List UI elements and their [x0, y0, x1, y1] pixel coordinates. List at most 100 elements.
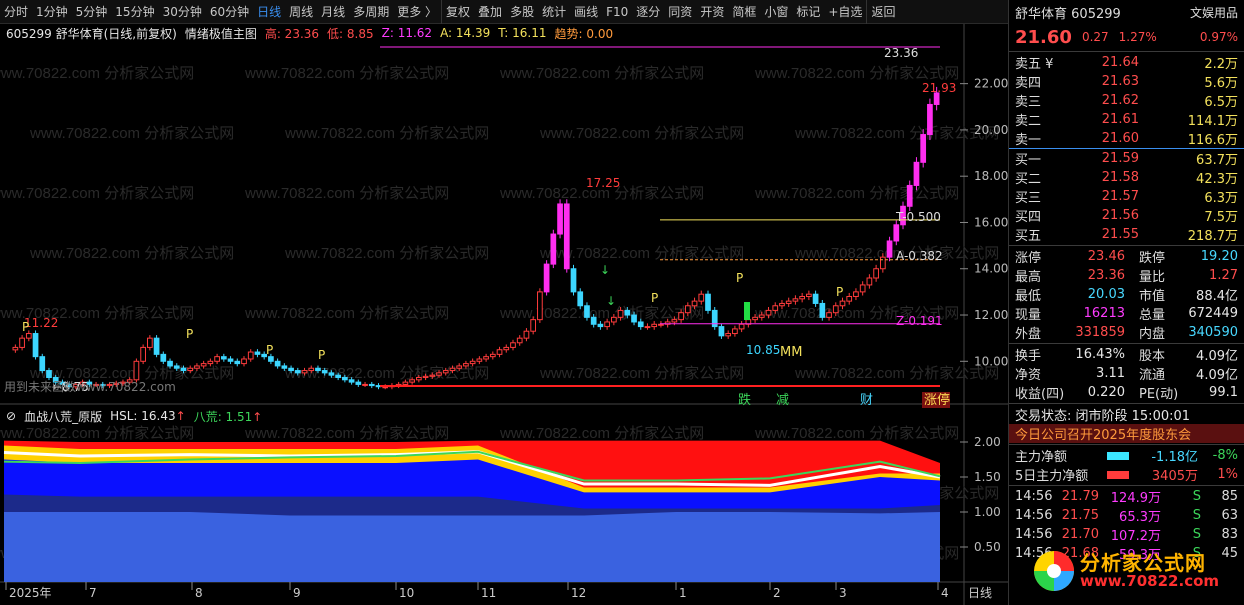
- toolbar-item-9[interactable]: 多周期: [349, 0, 393, 24]
- bids-row[interactable]: 买五 21.55 218.7万: [1009, 225, 1244, 244]
- bids-row[interactable]: 买二 21.58 42.3万: [1009, 168, 1244, 187]
- candle-body: [765, 309, 772, 316]
- candle-body: [12, 346, 19, 351]
- candle-body: [927, 103, 933, 136]
- chart-area: www.70822.com 分析家公式网 www.70822.com 分析家公式网…: [0, 24, 1008, 605]
- toolbar-item-19[interactable]: 开资: [696, 0, 728, 24]
- asks-row[interactable]: 卖三 21.62 6.5万: [1009, 91, 1244, 110]
- stat-row: 净资 3.11 流通 4.09亿: [1015, 366, 1238, 383]
- toolbar-item-2[interactable]: 5分钟: [72, 0, 112, 24]
- tick-row: 14:56 21.79 124.9万 S 85: [1015, 489, 1238, 506]
- mid-low-label: 10.85: [746, 343, 780, 357]
- candle-body: [624, 309, 631, 316]
- watermark-text: www.70822.com 分析家公式网: [0, 425, 194, 442]
- watermark-text: www.70822.com 分析家公式网: [244, 305, 449, 322]
- toolbar-item-16[interactable]: F10: [602, 0, 632, 24]
- quote-panel: 舒华体育 605299 文娱用品 21.60 0.27 1.27% 0.97% …: [1008, 0, 1244, 605]
- toolbar-item-1[interactable]: 1分钟: [32, 0, 72, 24]
- asks-row[interactable]: 卖五 ¥21.64 2.2万: [1009, 53, 1244, 72]
- indicator-name[interactable]: 情绪极值主图: [185, 25, 257, 42]
- stat-row: 换手 16.43% 股本 4.09亿: [1015, 347, 1238, 364]
- candle-body: [651, 323, 658, 328]
- kline-chart[interactable]: www.70822.com 分析家公式网 www.70822.com 分析家公式网…: [0, 24, 1008, 605]
- stock-code: 605299: [1071, 6, 1121, 22]
- candle-body: [644, 326, 651, 329]
- candle-body: [604, 321, 610, 328]
- industry-tag[interactable]: 文娱用品: [1190, 4, 1238, 21]
- watermark-text: www.70822.com 分析家公式网: [539, 365, 744, 382]
- candle-body: [402, 381, 409, 385]
- candle-body: [812, 293, 819, 304]
- candle-body: [617, 309, 624, 318]
- stat-row: 涨停 23.46 跌停 19.20: [1015, 249, 1238, 266]
- candle-body: [25, 333, 32, 339]
- flow-row: 5日主力净额 3405万 1%: [1015, 467, 1238, 484]
- toolbar-item-0[interactable]: 分时: [0, 0, 32, 24]
- down-arrow: ↓: [606, 294, 616, 308]
- logo-icon: [1034, 551, 1074, 591]
- t-line-label: T-0.500: [895, 210, 941, 224]
- p-mark: P: [836, 285, 843, 299]
- toolbar-item-22[interactable]: 标记: [792, 0, 824, 24]
- bids-row[interactable]: 买一 21.59 63.7万: [1009, 149, 1244, 168]
- asks-row[interactable]: 卖一 21.60 116.6万: [1009, 129, 1244, 148]
- x-tick-label: 3: [839, 586, 847, 600]
- bids-row[interactable]: 买三 21.57 6.3万: [1009, 187, 1244, 206]
- toolbar-item-7[interactable]: 周线: [285, 0, 317, 24]
- notice-banner[interactable]: 今日公司召开2025年度股东会: [1009, 424, 1244, 443]
- hsl-value: HSL: 16.43↑: [110, 409, 186, 423]
- candle-body: [294, 370, 301, 374]
- candle-body: [832, 305, 839, 314]
- candle-body: [409, 379, 415, 383]
- toolbar-item-23[interactable]: +自选: [824, 0, 866, 24]
- candle-body: [362, 383, 368, 386]
- bids-row[interactable]: 买四 21.56 7.5万: [1009, 206, 1244, 225]
- asks-row[interactable]: 卖四 21.63 5.6万: [1009, 72, 1244, 91]
- stat-row: 最低 20.03 市值 88.4亿: [1015, 287, 1238, 304]
- toolbar-item-11[interactable]: 复权: [441, 0, 474, 24]
- toolbar-item-12[interactable]: 叠加: [474, 0, 506, 24]
- candle-body: [220, 356, 227, 360]
- candle-body: [718, 326, 725, 337]
- toolbar-item-18[interactable]: 同资: [664, 0, 696, 24]
- toolbar-item-8[interactable]: 月线: [317, 0, 349, 24]
- toolbar-item-3[interactable]: 15分钟: [111, 0, 158, 24]
- candle-body: [167, 360, 173, 367]
- sub-band: [4, 512, 940, 582]
- toolbar-item-17[interactable]: 逐分: [632, 0, 664, 24]
- sub-indicator-name[interactable]: 血战八荒_原版: [24, 408, 102, 425]
- candle-body: [39, 356, 46, 372]
- peak-label: 17.25: [586, 176, 620, 190]
- candle-body: [906, 184, 913, 207]
- y-tick-label: 14.00: [974, 262, 1008, 276]
- x-tick-label: 9: [293, 586, 301, 600]
- candle-body: [792, 298, 799, 302]
- toolbar-item-15[interactable]: 画线: [570, 0, 602, 24]
- bid-book: 买一 21.59 63.7万 买二 21.58 42.3万 买三 21.57 6.3万 买四 21.…: [1009, 149, 1244, 244]
- candle-body: [859, 284, 866, 293]
- toolbar-item-13[interactable]: 多股: [506, 0, 538, 24]
- toolbar-item-14[interactable]: 统计: [538, 0, 570, 24]
- candle-body: [335, 374, 341, 378]
- toolbar-item-10[interactable]: 更多 〉: [393, 0, 441, 24]
- candle-body: [853, 291, 859, 298]
- candle-body: [691, 300, 698, 307]
- candle-body: [879, 256, 886, 270]
- asks-row[interactable]: 卖二 21.61 114.1万: [1009, 110, 1244, 129]
- toolbar-item-20[interactable]: 简框: [728, 0, 760, 24]
- toolbar-item-5[interactable]: 60分钟: [206, 0, 253, 24]
- toolbar-item-24[interactable]: 返回: [866, 0, 899, 24]
- watermark-text: www.70822.com 分析家公式网: [29, 245, 234, 262]
- candle-body: [550, 233, 557, 265]
- toolbar-item-6[interactable]: 日线: [253, 0, 285, 24]
- toolbar-item-21[interactable]: 小窗: [760, 0, 792, 24]
- watermark-text: www.70822.com 分析家公式网: [499, 65, 704, 82]
- main-indicator-info: 605299 舒华体育(日线,前复权) 情绪极值主图 高: 23.36 低: 8…: [0, 24, 613, 42]
- logo-url: www.70822.com: [1080, 571, 1220, 590]
- watermark-text: www.70822.com 分析家公式网: [244, 425, 449, 442]
- weibi: 0.97%: [1199, 30, 1238, 44]
- z-value: Z: 11.62: [381, 26, 433, 40]
- close-icon[interactable]: ⊘: [6, 409, 16, 423]
- toolbar-item-4[interactable]: 30分钟: [159, 0, 206, 24]
- candle-body: [738, 323, 745, 330]
